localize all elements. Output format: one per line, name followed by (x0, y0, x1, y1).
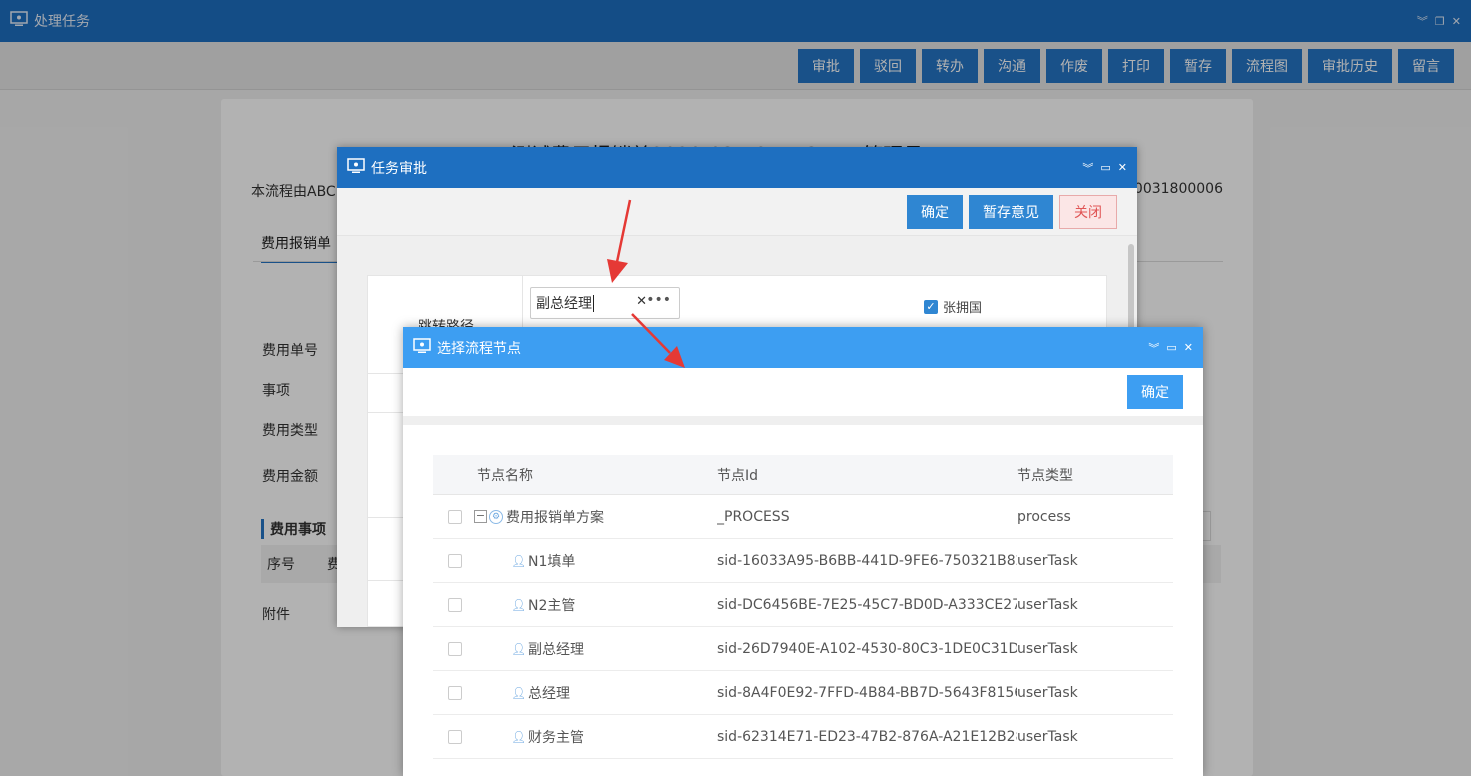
arrow-down-icon (607, 199, 632, 283)
arrow-diagonal-icon (631, 313, 685, 368)
annotation-arrows (607, 199, 685, 368)
